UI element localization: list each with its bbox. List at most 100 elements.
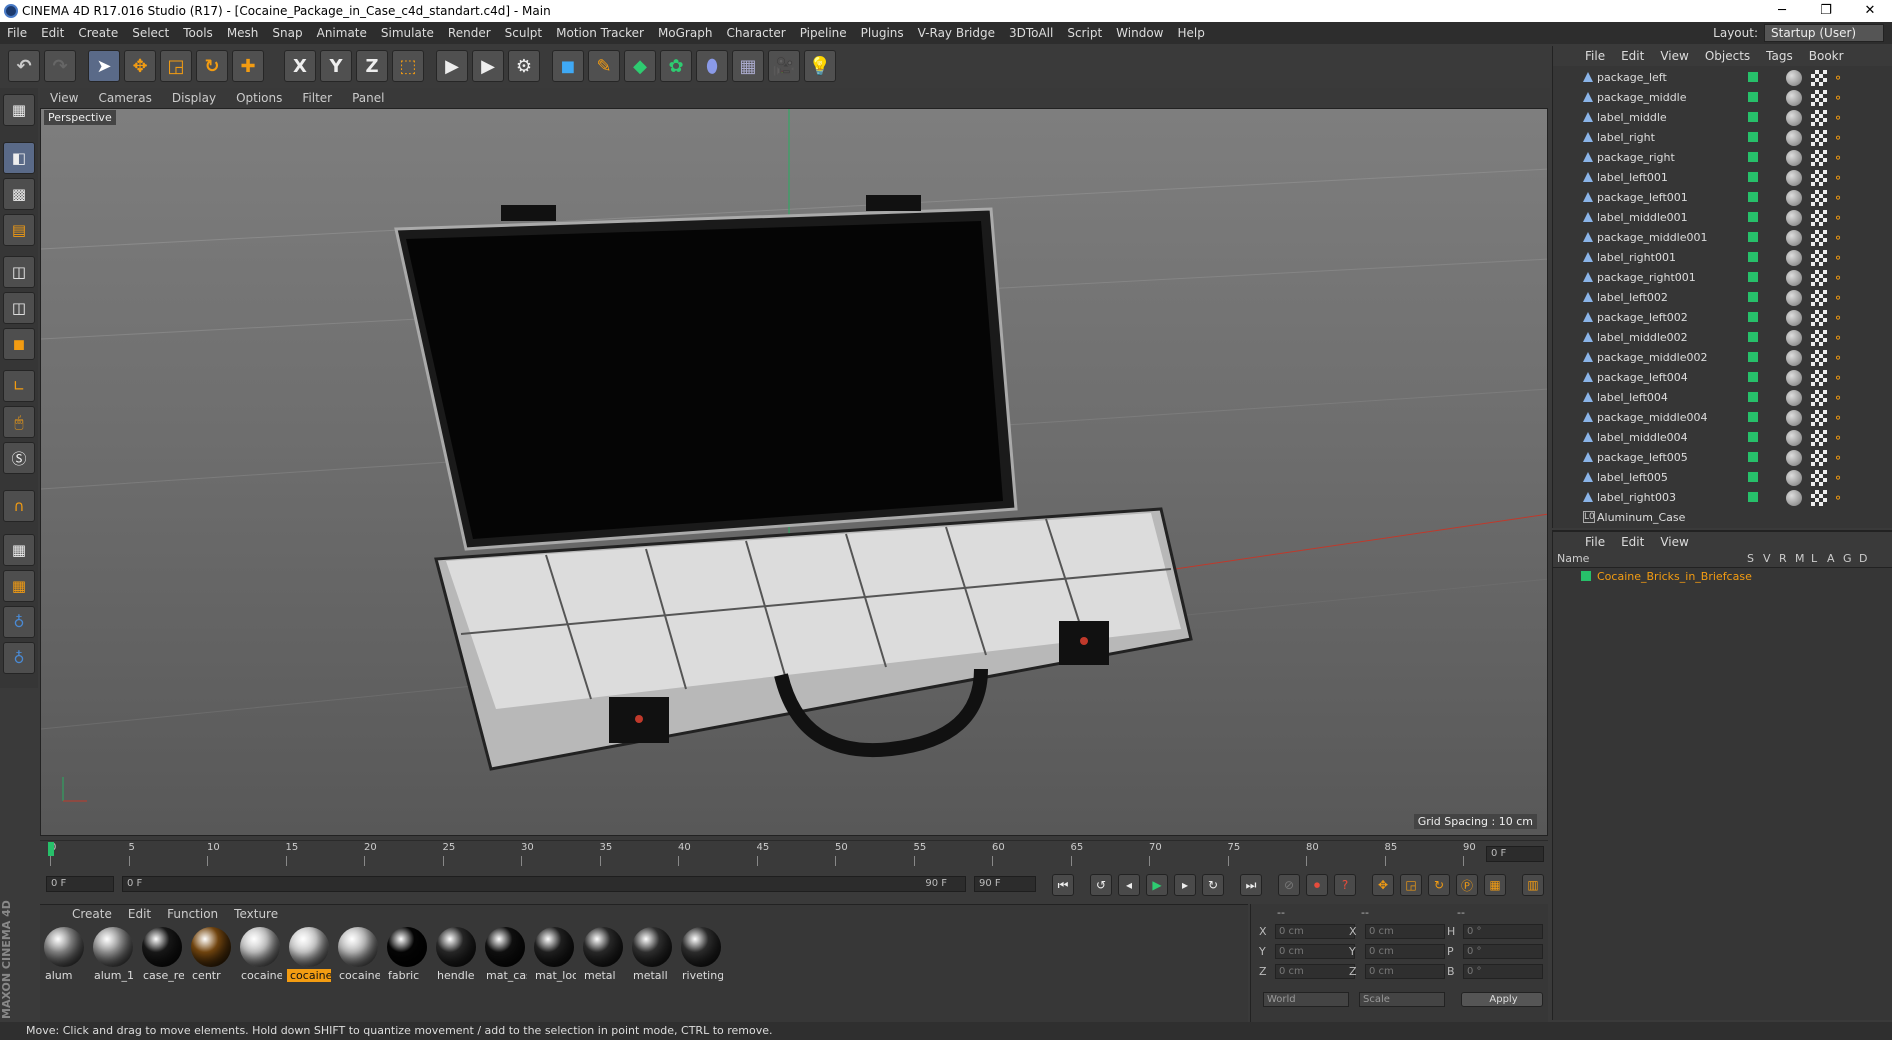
python-script-icon[interactable]: ♁ bbox=[3, 642, 35, 674]
object-row[interactable]: package_middle ⚬ bbox=[1553, 88, 1889, 108]
workplane-icon[interactable]: ▤ bbox=[3, 214, 35, 246]
object-row[interactable]: package_left ⚬ bbox=[1553, 68, 1889, 88]
rotate-icon[interactable]: ↻ bbox=[196, 50, 228, 82]
menu-file[interactable]: File bbox=[0, 26, 34, 40]
object-row[interactable]: package_middle001 ⚬ bbox=[1553, 228, 1889, 248]
phong-tag-icon[interactable]: ⚬ bbox=[1833, 151, 1847, 165]
material-tag-icon[interactable] bbox=[1786, 370, 1802, 386]
menu-help[interactable]: Help bbox=[1170, 26, 1211, 40]
object-row[interactable]: label_middle ⚬ bbox=[1553, 108, 1889, 128]
magnet-icon[interactable]: ∩ bbox=[3, 490, 35, 522]
object-row[interactable]: package_left002 ⚬ bbox=[1553, 308, 1889, 328]
phong-tag-icon[interactable]: ⚬ bbox=[1833, 371, 1847, 385]
go-to-start-icon[interactable]: ⏮ bbox=[1052, 874, 1074, 896]
redo-icon[interactable]: ↷ bbox=[44, 50, 76, 82]
next-keyframe-icon[interactable]: ↻ bbox=[1202, 874, 1224, 896]
autokey-icon[interactable]: ⏺ bbox=[1306, 874, 1328, 896]
menu-vray-bridge[interactable]: V-Ray Bridge bbox=[911, 26, 1002, 40]
texture-tag-icon[interactable] bbox=[1811, 490, 1827, 506]
object-row[interactable]: package_left001 ⚬ bbox=[1553, 188, 1889, 208]
start-frame-field[interactable]: 0 F bbox=[46, 876, 114, 892]
play-icon[interactable]: ▶ bbox=[1146, 874, 1168, 896]
previous-frame-icon[interactable]: ◂ bbox=[1118, 874, 1140, 896]
material-swatch[interactable]: metal bbox=[581, 925, 625, 985]
menu-pipeline[interactable]: Pipeline bbox=[793, 26, 854, 40]
object-row[interactable]: label_right003 ⚬ bbox=[1553, 488, 1889, 508]
layer-color-icon[interactable] bbox=[1748, 192, 1758, 202]
render-view-icon[interactable]: ▶ bbox=[436, 50, 468, 82]
scale-dropdown[interactable]: Scale bbox=[1359, 992, 1445, 1007]
tweak-mode-icon[interactable]: 🖱 bbox=[3, 406, 35, 438]
menu-script[interactable]: Script bbox=[1060, 26, 1109, 40]
previous-keyframe-icon[interactable]: ↺ bbox=[1090, 874, 1112, 896]
coord-value-field[interactable]: 0 cm bbox=[1365, 944, 1445, 959]
material-tag-icon[interactable] bbox=[1786, 150, 1802, 166]
material-tag-icon[interactable] bbox=[1786, 230, 1802, 246]
coord-value-field[interactable]: 0 cm bbox=[1275, 924, 1355, 939]
texture-tag-icon[interactable] bbox=[1811, 210, 1827, 226]
viewport-menu-display[interactable]: Display bbox=[162, 91, 226, 105]
material-menu-edit[interactable]: Edit bbox=[120, 907, 159, 921]
phong-tag-icon[interactable]: ⚬ bbox=[1833, 351, 1847, 365]
object-row[interactable]: label_right001 ⚬ bbox=[1553, 248, 1889, 268]
texture-tag-icon[interactable] bbox=[1811, 190, 1827, 206]
material-swatch[interactable]: cocaine bbox=[336, 925, 380, 985]
texture-mode-icon[interactable]: ▩ bbox=[3, 178, 35, 210]
current-frame-field[interactable]: 0 F bbox=[1486, 846, 1544, 862]
coordinate-system-icon[interactable]: ⬚ bbox=[392, 50, 424, 82]
layer-color-icon[interactable] bbox=[1748, 212, 1758, 222]
material-tag-icon[interactable] bbox=[1786, 390, 1802, 406]
pen-spline-icon[interactable]: ✎ bbox=[588, 50, 620, 82]
key-pla-icon[interactable]: ▦ bbox=[1484, 874, 1506, 896]
texture-tag-icon[interactable] bbox=[1811, 370, 1827, 386]
make-editable-icon[interactable]: ▦ bbox=[3, 94, 35, 126]
texture-tag-icon[interactable] bbox=[1811, 90, 1827, 106]
texture-tag-icon[interactable] bbox=[1811, 230, 1827, 246]
texture-tag-icon[interactable] bbox=[1811, 250, 1827, 266]
material-tag-icon[interactable] bbox=[1786, 90, 1802, 106]
object-row[interactable]: package_middle002 ⚬ bbox=[1553, 348, 1889, 368]
material-tag-icon[interactable] bbox=[1786, 270, 1802, 286]
phong-tag-icon[interactable]: ⚬ bbox=[1833, 411, 1847, 425]
key-parameter-icon[interactable]: Ⓟ bbox=[1456, 874, 1478, 896]
subdivision-surface-icon[interactable]: ◆ bbox=[624, 50, 656, 82]
layer-color-icon[interactable] bbox=[1748, 472, 1758, 482]
render-settings-icon[interactable]: ⚙ bbox=[508, 50, 540, 82]
obj-menu-edit[interactable]: Edit bbox=[1613, 49, 1652, 63]
layer-row[interactable]: Cocaine_Bricks_in_Briefcase bbox=[1553, 568, 1892, 586]
go-to-end-icon[interactable]: ⏭ bbox=[1240, 874, 1262, 896]
coord-value-field[interactable]: 0 ° bbox=[1463, 924, 1543, 939]
phong-tag-icon[interactable]: ⚬ bbox=[1833, 131, 1847, 145]
phong-tag-icon[interactable]: ⚬ bbox=[1833, 471, 1847, 485]
obj-menu-tags[interactable]: Tags bbox=[1758, 49, 1801, 63]
object-row[interactable]: label_middle002 ⚬ bbox=[1553, 328, 1889, 348]
material-tag-icon[interactable] bbox=[1786, 430, 1802, 446]
phong-tag-icon[interactable]: ⚬ bbox=[1833, 71, 1847, 85]
material-tag-icon[interactable] bbox=[1786, 350, 1802, 366]
object-row[interactable]: label_left004 ⚬ bbox=[1553, 388, 1889, 408]
texture-tag-icon[interactable] bbox=[1811, 110, 1827, 126]
material-tag-icon[interactable] bbox=[1786, 250, 1802, 266]
layer-color-icon[interactable] bbox=[1748, 452, 1758, 462]
layer-color-icon[interactable] bbox=[1748, 412, 1758, 422]
polygons-mode-icon[interactable]: ◼ bbox=[3, 328, 35, 360]
key-rotation-icon[interactable]: ↻ bbox=[1428, 874, 1450, 896]
cube-primitive-icon[interactable]: ◼ bbox=[552, 50, 584, 82]
material-tag-icon[interactable] bbox=[1786, 450, 1802, 466]
close-button[interactable]: ✕ bbox=[1848, 0, 1892, 22]
phong-tag-icon[interactable]: ⚬ bbox=[1833, 271, 1847, 285]
render-picture-viewer-icon[interactable]: ▶ bbox=[472, 50, 504, 82]
material-swatch[interactable]: fabric bbox=[385, 925, 429, 985]
texture-tag-icon[interactable] bbox=[1811, 310, 1827, 326]
material-swatch[interactable]: cocaine bbox=[238, 925, 282, 985]
material-swatch[interactable]: cocaine bbox=[287, 925, 331, 985]
menu-sculpt[interactable]: Sculpt bbox=[498, 26, 549, 40]
material-swatch[interactable]: mat_cas bbox=[483, 925, 527, 985]
model-mode-icon[interactable]: ◧ bbox=[3, 142, 35, 174]
axis-mode-icon[interactable]: ∟ bbox=[3, 370, 35, 402]
key-scale-icon[interactable]: ◲ bbox=[1400, 874, 1422, 896]
texture-tag-icon[interactable] bbox=[1811, 350, 1827, 366]
phong-tag-icon[interactable]: ⚬ bbox=[1833, 451, 1847, 465]
perspective-viewport[interactable]: Grid Spacing : 10 cm bbox=[40, 108, 1548, 836]
phong-tag-icon[interactable]: ⚬ bbox=[1833, 211, 1847, 225]
